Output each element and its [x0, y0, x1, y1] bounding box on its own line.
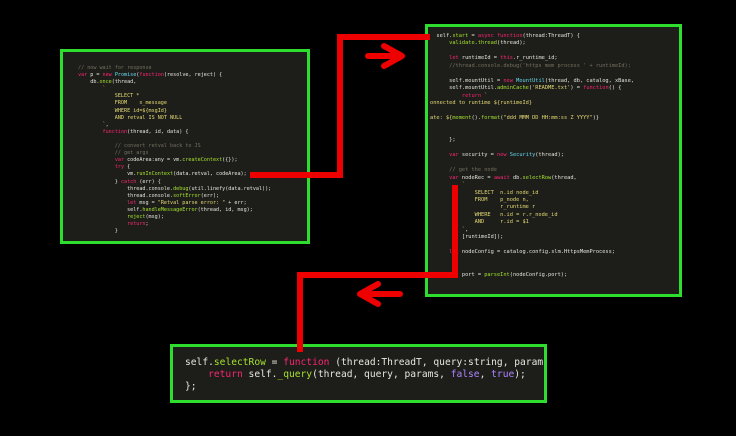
arrow-into-right-panel: [365, 43, 405, 69]
connector-right-to-bottom: [297, 185, 458, 352]
connectors-layer: [250, 34, 458, 352]
arrow-out-of-right-panel: [357, 281, 403, 307]
